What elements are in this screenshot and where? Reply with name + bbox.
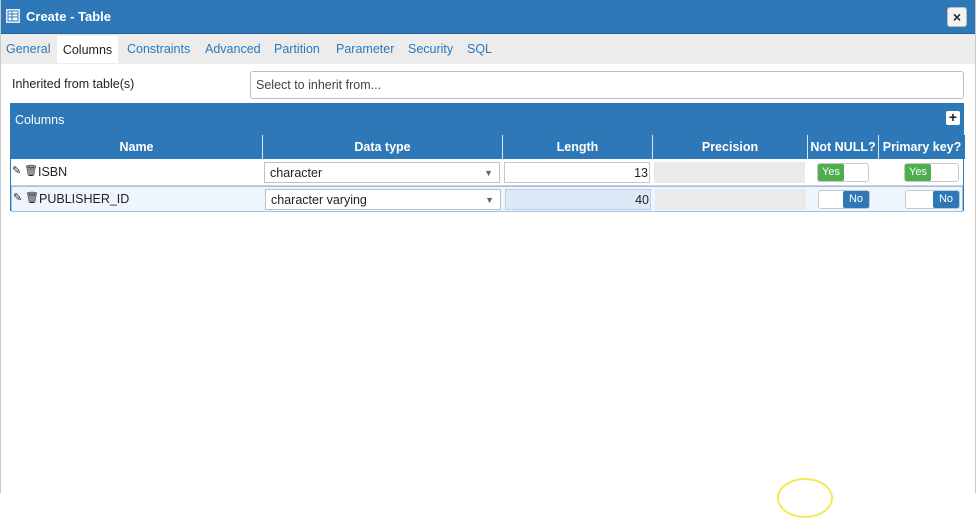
chevron-down-icon: ▼	[485, 195, 494, 205]
tab-parameter[interactable]: Parameter	[336, 34, 394, 63]
toggle-yes-label: Yes	[905, 164, 931, 181]
tab-sql[interactable]: SQL	[467, 34, 492, 63]
tab-partition[interactable]: Partition	[274, 34, 320, 63]
cursor-highlight	[777, 478, 833, 518]
header-name: Name	[11, 135, 262, 159]
header-primary-key: Primary key?	[878, 135, 965, 159]
tab-advanced[interactable]: Advanced	[205, 34, 261, 63]
not-null-toggle[interactable]: No	[818, 190, 870, 209]
primary-key-toggle[interactable]: Yes	[904, 163, 959, 182]
add-column-button[interactable]: +	[946, 110, 960, 125]
header-precision: Precision	[652, 135, 807, 159]
table-row: ✎ 🗑 PUBLISHER_ID character varying ▼ 40 …	[11, 186, 963, 212]
length-input[interactable]: 40	[505, 189, 651, 210]
table-icon	[6, 9, 20, 23]
tab-general[interactable]: General	[6, 34, 50, 63]
data-type-value: character	[270, 166, 323, 180]
tab-columns[interactable]: Columns	[57, 34, 118, 63]
chevron-down-icon: ▼	[484, 168, 493, 178]
data-type-value: character varying	[271, 193, 367, 207]
inherit-label: Inherited from table(s)	[12, 77, 135, 91]
header-length: Length	[502, 135, 652, 159]
header-not-null: Not NULL?	[807, 135, 878, 159]
toggle-no-label: No	[843, 191, 869, 208]
tab-security[interactable]: Security	[408, 34, 453, 63]
edit-icon[interactable]: ✎	[12, 166, 21, 177]
tab-bar: General Columns Constraints Advanced Par…	[1, 34, 975, 64]
columns-panel: Columns + Name Data type Length Precisio…	[10, 103, 965, 212]
length-input[interactable]: 13	[504, 162, 650, 183]
toggle-no-label: No	[933, 191, 959, 208]
columns-panel-header: Columns +	[11, 104, 963, 135]
close-button[interactable]: ×	[947, 7, 967, 27]
columns-panel-title: Columns	[15, 113, 65, 127]
not-null-toggle[interactable]: Yes	[817, 163, 869, 182]
precision-input[interactable]	[655, 189, 806, 210]
create-table-dialog: Create - Table × General Columns Constra…	[0, 0, 976, 518]
header-data-type: Data type	[262, 135, 502, 159]
data-type-select[interactable]: character ▼	[264, 162, 500, 183]
toggle-yes-label: Yes	[818, 164, 844, 181]
table-row: ✎ 🗑 ISBN character ▼ 13 Yes Yes	[11, 160, 963, 186]
dialog-title: Create - Table	[26, 9, 112, 24]
precision-input[interactable]	[654, 162, 805, 183]
edit-icon[interactable]: ✎	[13, 193, 22, 204]
tab-constraints[interactable]: Constraints	[127, 34, 190, 63]
column-name[interactable]: ISBN	[36, 160, 262, 185]
primary-key-toggle[interactable]: No	[905, 190, 960, 209]
titlebar: Create - Table ×	[1, 0, 975, 34]
column-name[interactable]: PUBLISHER_ID	[37, 187, 263, 211]
inherit-select[interactable]: Select to inherit from...	[250, 71, 964, 99]
data-type-select[interactable]: character varying ▼	[265, 189, 501, 210]
